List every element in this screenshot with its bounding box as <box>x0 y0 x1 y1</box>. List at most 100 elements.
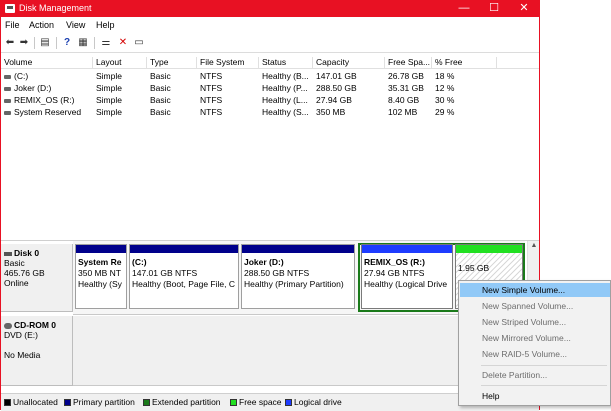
partition-status: Healthy (Sy <box>78 279 122 289</box>
logical-swatch <box>285 399 292 406</box>
free-space-bar <box>456 245 522 253</box>
menu-new-raid5-volume[interactable]: New RAID-5 Volume... <box>460 347 610 361</box>
volume-file-system: NTFS <box>200 83 223 93</box>
disk-0-label[interactable]: Disk 0 Basic 465.76 GB Online <box>1 244 73 312</box>
partition-title: REMIX_OS (R:) <box>364 257 425 267</box>
menu-separator <box>481 365 607 366</box>
volume-capacity: 288.50 GB <box>316 83 357 93</box>
cdrom-0-label[interactable]: CD-ROM 0 DVD (E:) No Media <box>1 316 73 386</box>
column-header-volume[interactable]: Volume <box>1 57 93 69</box>
partition-system-reserved[interactable]: System Re 350 MB NT Healthy (Sy <box>75 244 127 309</box>
title-bar: Disk Management — ☐ ✕ <box>1 1 539 17</box>
menu-action[interactable]: Action <box>29 20 54 30</box>
volume-percent-free: 29 % <box>435 107 455 117</box>
volume-capacity: 350 MB <box>316 107 346 117</box>
menu-help-item[interactable]: Help <box>460 389 610 403</box>
menu-view[interactable]: View <box>66 20 85 30</box>
volume-type: Basic <box>150 95 171 105</box>
volume-status: Healthy (B... <box>262 71 309 81</box>
primary-partition-bar <box>130 245 238 253</box>
disk-size: 465.76 GB <box>4 268 45 278</box>
scroll-up-arrow-icon[interactable]: ▲ <box>530 242 538 249</box>
volume-type: Basic <box>150 83 171 93</box>
volume-name: (C:) <box>14 71 29 81</box>
connect-drive-icon[interactable]: ⚌ <box>99 36 113 50</box>
volume-name: Joker (D:) <box>14 83 52 93</box>
partition-title: (C:) <box>132 257 147 267</box>
cdrom-status: No Media <box>4 350 41 360</box>
properties-icon[interactable]: ▦ <box>76 36 90 50</box>
menu-delete-partition[interactable]: Delete Partition... <box>460 368 610 382</box>
volume-icon <box>4 110 11 115</box>
delete-icon[interactable]: ✕ <box>116 36 130 50</box>
volume-capacity: 27.94 GB <box>316 95 352 105</box>
legend-unallocated: Unallocated <box>4 397 58 407</box>
volume-status: Healthy (L... <box>262 95 308 105</box>
partition-remix-os-r[interactable]: REMIX_OS (R:) 27.94 GB NTFS Healthy (Log… <box>361 244 453 309</box>
column-header-file-system[interactable]: File System <box>197 57 259 69</box>
volume-icon <box>4 74 11 79</box>
volume-type: Basic <box>150 71 171 81</box>
volume-file-system: NTFS <box>200 71 223 81</box>
volume-layout: Simple <box>96 95 122 105</box>
legend-primary: Primary partition <box>64 397 135 407</box>
properties-sheet-icon[interactable]: ▭ <box>132 36 146 50</box>
volume-percent-free: 18 % <box>435 71 455 81</box>
partition-size: 288.50 GB NTFS <box>244 268 310 278</box>
menu-new-spanned-volume[interactable]: New Spanned Volume... <box>460 299 610 313</box>
disk-status: Online <box>4 278 29 288</box>
volume-status: Healthy (P... <box>262 83 308 93</box>
forward-arrow-icon[interactable]: ➡ <box>17 36 31 50</box>
menu-new-striped-volume[interactable]: New Striped Volume... <box>460 315 610 329</box>
column-header-type[interactable]: Type <box>147 57 197 69</box>
partition-c[interactable]: (C:) 147.01 GB NTFS Healthy (Boot, Page … <box>129 244 239 309</box>
table-row[interactable]: REMIX_OS (R:) Simple Basic NTFS Healthy … <box>1 94 539 106</box>
menu-new-mirrored-volume[interactable]: New Mirrored Volume... <box>460 331 610 345</box>
window-title: Disk Management <box>19 3 92 13</box>
maximize-button[interactable]: ☐ <box>479 1 509 17</box>
show-hide-console-icon[interactable]: ▤ <box>38 36 52 50</box>
legend-free-space: Free space <box>230 397 282 407</box>
table-row[interactable]: Joker (D:) Simple Basic NTFS Healthy (P.… <box>1 82 539 94</box>
volume-capacity: 147.01 GB <box>316 71 357 81</box>
volume-free-space: 35.31 GB <box>388 83 424 93</box>
unallocated-swatch <box>4 399 11 406</box>
primary-partition-bar <box>76 245 126 253</box>
partition-joker-d[interactable]: Joker (D:) 288.50 GB NTFS Healthy (Prima… <box>241 244 355 309</box>
volume-file-system: NTFS <box>200 107 223 117</box>
volume-file-system: NTFS <box>200 95 223 105</box>
help-icon[interactable]: ? <box>60 36 74 50</box>
volume-icon <box>4 86 11 91</box>
minimize-button[interactable]: — <box>449 1 479 17</box>
volume-name: REMIX_OS (R:) <box>14 95 75 105</box>
column-header-free-space[interactable]: Free Spa... <box>385 57 432 69</box>
column-header-status[interactable]: Status <box>259 57 313 69</box>
volume-layout: Simple <box>96 83 122 93</box>
partition-size: 1.95 GB <box>458 263 490 273</box>
back-arrow-icon[interactable]: ⬅ <box>3 36 17 50</box>
legend-logical: Logical drive <box>285 397 342 407</box>
menu-file[interactable]: File <box>5 20 20 30</box>
partition-status: Healthy (Primary Partition) <box>244 279 344 289</box>
volume-percent-free: 30 % <box>435 95 455 105</box>
menu-separator <box>481 385 607 386</box>
volume-name: System Reserved <box>14 107 82 117</box>
logical-drive-bar <box>362 245 452 253</box>
column-header-layout[interactable]: Layout <box>93 57 147 69</box>
table-row[interactable]: System Reserved Simple Basic NTFS Health… <box>1 106 539 118</box>
cd-drive-icon <box>4 322 12 329</box>
column-header-capacity[interactable]: Capacity <box>313 57 385 69</box>
cdrom-type: DVD (E:) <box>4 330 38 340</box>
menu-help[interactable]: Help <box>96 20 115 30</box>
table-row[interactable]: (C:) Simple Basic NTFS Healthy (B... 147… <box>1 70 539 82</box>
menu-new-simple-volume[interactable]: New Simple Volume... <box>460 283 610 297</box>
column-header-percent-free[interactable]: % Free <box>432 57 497 69</box>
volume-status: Healthy (S... <box>262 107 309 117</box>
free-space-swatch <box>230 399 237 406</box>
volume-icon <box>4 98 11 103</box>
partition-size: 350 MB NT <box>78 268 121 278</box>
context-menu: New Simple Volume... New Spanned Volume.… <box>458 280 611 406</box>
extended-swatch <box>143 399 150 406</box>
volume-free-space: 26.78 GB <box>388 71 424 81</box>
close-button[interactable]: ✕ <box>509 1 539 17</box>
